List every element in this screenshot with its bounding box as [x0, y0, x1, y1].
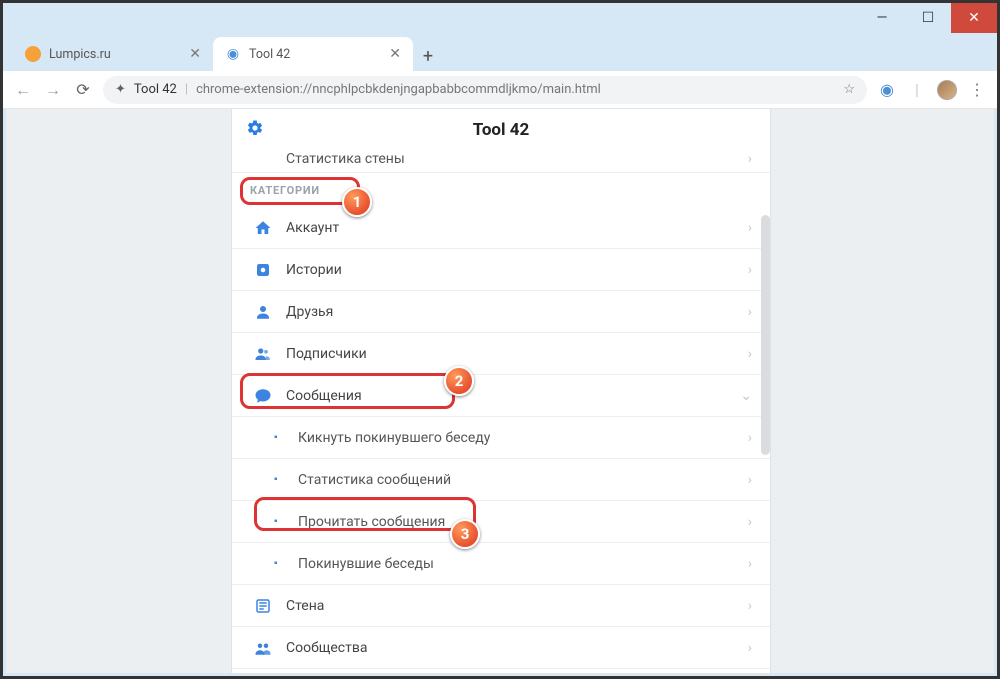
list-item-communities[interactable]: Сообщества › — [232, 627, 770, 669]
home-icon — [250, 219, 276, 237]
tab-lumpics[interactable]: Lumpics.ru ✕ — [13, 37, 213, 71]
close-tab-icon[interactable]: ✕ — [389, 46, 401, 62]
app-header: Tool 42 — [232, 109, 770, 151]
address-path: chrome-extension://nncphlpcbkdenjngapbab… — [196, 82, 601, 97]
minimize-button[interactable]: ― — [859, 3, 905, 33]
item-label: Сообщения — [286, 388, 362, 404]
bullet-icon: ▪ — [274, 474, 288, 485]
sub-item-msg-stats[interactable]: ▪ Статистика сообщений › — [232, 459, 770, 501]
item-label: Сообщества — [286, 640, 367, 656]
chat-icon — [250, 387, 276, 405]
address-bar[interactable]: ✦ Tool 42 | chrome-extension://nncphlpcb… — [103, 76, 867, 104]
app-title: Tool 42 — [473, 120, 530, 140]
list-item-wall[interactable]: Стена › — [232, 585, 770, 627]
favicon-lumpics-icon — [25, 46, 41, 62]
item-label: Друзья — [286, 304, 333, 320]
forward-button[interactable]: → — [43, 80, 63, 100]
chevron-right-icon: › — [748, 556, 752, 572]
bookmark-star-icon[interactable]: ☆ — [843, 82, 855, 97]
favicon-tool42-icon: ◉ — [225, 46, 241, 62]
window-titlebar: ― ☐ ✕ — [3, 3, 997, 33]
item-label: Подписчики — [286, 346, 367, 362]
tab-strip: Lumpics.ru ✕ ◉ Tool 42 ✕ + — [3, 33, 997, 71]
settings-gear-icon[interactable] — [246, 119, 264, 142]
item-label: Аккаунт — [286, 220, 339, 236]
tab-label: Lumpics.ru — [49, 47, 111, 62]
scrollbar[interactable] — [761, 215, 770, 455]
tool42-panel: Tool 42 Статистика стены › КАТЕГОРИИ Акк… — [232, 109, 770, 673]
item-label: Прочитать сообщения — [298, 514, 445, 530]
chevron-right-icon: › — [748, 640, 752, 656]
new-tab-button[interactable]: + — [413, 41, 443, 71]
extension-toolbar-icon[interactable]: ◉ — [877, 80, 897, 99]
section-header-categories: КАТЕГОРИИ — [232, 173, 770, 207]
community-icon — [250, 639, 276, 657]
bullet-icon: ▪ — [274, 558, 288, 569]
sub-item-read-msgs[interactable]: ▪ Прочитать сообщения › — [232, 501, 770, 543]
item-label: Покинувшие беседы — [298, 556, 434, 572]
profile-avatar[interactable] — [937, 80, 957, 100]
bullet-icon: ▪ — [274, 516, 288, 527]
chevron-right-icon: › — [748, 151, 752, 167]
chevron-right-icon: › — [748, 598, 752, 614]
list-item-stats-wall[interactable]: Статистика стены › — [232, 151, 770, 173]
toolbar-row: ← → ⟳ ✦ Tool 42 | chrome-extension://nnc… — [3, 71, 997, 109]
page-viewport: Tool 42 Статистика стены › КАТЕГОРИИ Акк… — [6, 109, 994, 673]
section-header-label: КАТЕГОРИИ — [250, 184, 320, 197]
list-item-friends[interactable]: Друзья › — [232, 291, 770, 333]
sub-item-left-chats[interactable]: ▪ Покинувшие беседы › — [232, 543, 770, 585]
chevron-right-icon: › — [748, 220, 752, 236]
list-item-account[interactable]: Аккаунт › — [232, 207, 770, 249]
list-item-subscribers[interactable]: Подписчики › — [232, 333, 770, 375]
square-icon — [250, 261, 276, 279]
chevron-right-icon: › — [748, 472, 752, 488]
item-label: Кикнуть покинувшего беседу — [298, 430, 490, 446]
list-area: Статистика стены › КАТЕГОРИИ Аккаунт › — [232, 151, 770, 673]
tab-label: Tool 42 — [249, 47, 290, 62]
item-label: Истории — [286, 262, 342, 278]
reload-button[interactable]: ⟳ — [73, 80, 93, 99]
chevron-right-icon: › — [748, 430, 752, 446]
chevron-right-icon: › — [748, 304, 752, 320]
close-tab-icon[interactable]: ✕ — [189, 46, 201, 62]
user-icon — [250, 303, 276, 321]
chevron-down-icon: ⌄ — [740, 388, 752, 404]
item-label: Статистика сообщений — [298, 472, 451, 488]
browser-window: ― ☐ ✕ Lumpics.ru ✕ ◉ Tool 42 ✕ + ← → ⟳ ✦… — [0, 0, 1000, 679]
menu-button[interactable]: ⋮ — [967, 80, 987, 99]
chevron-right-icon: › — [748, 262, 752, 278]
back-button[interactable]: ← — [13, 80, 33, 100]
item-label: Статистика стены — [286, 151, 405, 167]
extension-icon: ✦ — [115, 82, 126, 97]
list-item-stories[interactable]: Истории › — [232, 249, 770, 291]
tab-tool42[interactable]: ◉ Tool 42 ✕ — [213, 37, 413, 71]
users-icon — [250, 345, 276, 363]
chevron-right-icon: › — [748, 346, 752, 362]
maximize-button[interactable]: ☐ — [905, 3, 951, 33]
wall-icon — [250, 597, 276, 615]
chevron-right-icon: › — [748, 514, 752, 530]
sub-item-kick[interactable]: ▪ Кикнуть покинувшего беседу › — [232, 417, 770, 459]
address-site: Tool 42 — [134, 82, 177, 97]
bullet-icon: ▪ — [274, 432, 288, 443]
list-item-messages[interactable]: Сообщения ⌄ — [232, 375, 770, 417]
close-window-button[interactable]: ✕ — [951, 3, 997, 33]
item-label: Стена — [286, 598, 324, 614]
